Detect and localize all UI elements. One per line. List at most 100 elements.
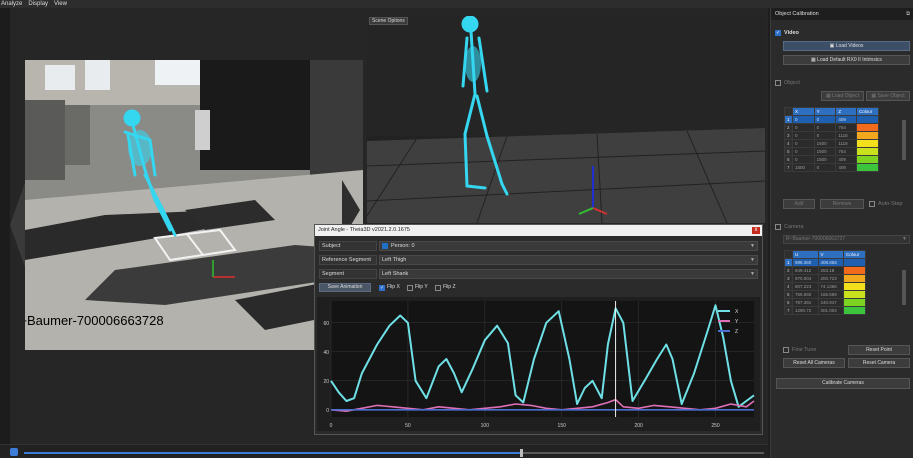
camera-cell-colour xyxy=(843,290,866,299)
menu-display[interactable]: Display xyxy=(28,0,48,8)
camera-table-row[interactable]: 2 849.412 253.18 xyxy=(784,266,866,275)
segment-select[interactable]: Left Shank ▼ xyxy=(379,269,758,279)
play-icon[interactable] xyxy=(10,448,18,456)
object-table-row[interactable]: 5 0 1500 764 xyxy=(784,147,879,156)
reference-segment-value: Left Thigh xyxy=(382,257,407,263)
load-object-label: Load Object xyxy=(832,93,860,99)
object-cell-n: 4 xyxy=(784,139,793,148)
camera-cell-v: 74.1366 xyxy=(817,282,844,291)
y-tick-label: 40 xyxy=(323,350,329,356)
add-button[interactable]: Add xyxy=(783,199,815,209)
camera-select-value: R~Baumer-700006663727 xyxy=(786,236,846,242)
object-table-row[interactable]: 1 0 0 409 xyxy=(784,115,879,124)
object-cell-z: 409 xyxy=(835,155,857,164)
v-header: V xyxy=(817,250,844,259)
object-cell-y: 0 xyxy=(813,123,837,132)
camera-cell-u: 1290.72 xyxy=(792,306,819,315)
timeline-progress-fill xyxy=(24,452,520,454)
grid-icon: ▦ xyxy=(871,93,877,99)
x-header: X xyxy=(792,107,815,116)
flip-y-label: Flip Y xyxy=(415,284,428,290)
video-icon: ▣ xyxy=(829,43,835,49)
dialog-title-bar: Joint Angle - Theia3D v2021.2.0.1675 x xyxy=(315,225,762,236)
load-object-button[interactable]: ▦ Load Object xyxy=(821,91,864,101)
object-section-toggle[interactable]: Object xyxy=(775,80,800,86)
camera-table-scrollbar[interactable] xyxy=(902,270,906,305)
plot-area xyxy=(331,301,754,417)
checkbox-empty-icon xyxy=(775,224,781,230)
save-animation-button[interactable]: Save Animation xyxy=(319,283,371,292)
object-cell-y: 1500 xyxy=(813,155,837,164)
x-tick-label: 150 xyxy=(558,423,567,429)
menu-view[interactable]: View xyxy=(54,0,67,8)
camera-table-row[interactable]: 3 970.004 200.723 xyxy=(784,274,866,283)
object-table-row[interactable]: 6 0 1500 409 xyxy=(784,155,879,164)
camera-table-header: U V Colour xyxy=(784,250,866,259)
z-header: Z xyxy=(835,107,857,116)
camera-cell-u: 849.412 xyxy=(792,266,819,275)
scene-view[interactable]: Scene Options xyxy=(367,16,765,223)
object-cell-y: 1500 xyxy=(813,139,837,148)
load-intrinsics-button[interactable]: ▦ Load Default RX0 II Intrinsics xyxy=(783,55,910,65)
object-cell-z: 409 xyxy=(835,163,857,172)
object-table-row[interactable]: 3 0 0 1118 xyxy=(784,131,879,140)
auto-step-checkbox[interactable]: Auto-Step xyxy=(869,201,902,207)
video-section-toggle[interactable]: ✓ Video xyxy=(775,30,799,36)
camera-cell-u: 970.004 xyxy=(792,274,819,283)
flip-z-checkbox[interactable]: Flip Z xyxy=(435,284,456,291)
camera-table-row[interactable]: 4 807.223 74.1366 xyxy=(784,282,866,291)
load-videos-button[interactable]: ▣ Load Videos xyxy=(783,41,910,51)
joint-angle-chart[interactable]: 0 50 100 150 200 250 0 20 40 60 X Y Z xyxy=(317,297,760,431)
calibrate-cameras-button[interactable]: Calibrate Cameras xyxy=(776,378,910,389)
camera-cell-v: 408.858 xyxy=(817,258,844,267)
camera-table-row[interactable]: 1 988.360 408.858 xyxy=(784,258,866,267)
subject-select[interactable]: Person: 0 ▼ xyxy=(379,241,758,251)
remove-button[interactable]: Remove xyxy=(820,199,864,209)
object-table-row[interactable]: 7 1500 0 409 xyxy=(784,163,879,172)
flip-x-checkbox[interactable]: ✓ Flip X xyxy=(379,284,400,291)
camera-table-row[interactable]: 7 1290.72 301.004 xyxy=(784,306,866,315)
camera-cell-u: 807.223 xyxy=(792,282,819,291)
camera-cell-colour xyxy=(843,266,866,275)
camera-select[interactable]: R~Baumer-700006663727 ▼ xyxy=(783,235,910,244)
row-number-header xyxy=(784,250,793,259)
x-tick-label: 100 xyxy=(481,423,490,429)
camera-points-table[interactable]: U V Colour 1 988.360 408.858 2 849.412 253.18… xyxy=(784,250,866,315)
save-object-button[interactable]: ▦ Save Object xyxy=(866,91,910,101)
panel-title-bar: Object Calibration ⧉ xyxy=(771,8,913,20)
undock-icon[interactable]: ⧉ xyxy=(906,8,910,20)
camera-overlay-label: R~Baumer-700006663728 xyxy=(25,313,164,328)
object-table-row[interactable]: 4 0 1500 1118 xyxy=(784,139,879,148)
object-points-table[interactable]: X Y Z Colour 1 0 0 409 2 0 0 764 3 0 0 1118 4 0 1500 11… xyxy=(784,107,879,172)
object-table-scrollbar[interactable] xyxy=(902,120,906,160)
object-cell-n: 2 xyxy=(784,123,793,132)
camera-table-row[interactable]: 5 756.692 165.569 xyxy=(784,290,866,299)
flip-x-label: Flip X xyxy=(387,284,400,290)
fine-tune-checkbox[interactable]: Fine Tune xyxy=(783,347,816,353)
flip-y-checkbox[interactable]: Flip Y xyxy=(407,284,428,291)
camera-cell-v: 200.723 xyxy=(817,274,844,283)
camera-table-row[interactable]: 6 787.391 240.947 xyxy=(784,298,866,307)
object-cell-colour xyxy=(856,123,879,132)
joint-angle-dialog: Joint Angle - Theia3D v2021.2.0.1675 x S… xyxy=(314,224,763,435)
object-cell-x: 0 xyxy=(792,131,815,140)
checkbox-empty-icon xyxy=(435,284,441,291)
y-tick-label: 0 xyxy=(326,408,329,414)
object-cell-n: 7 xyxy=(784,163,793,172)
reset-point-button[interactable]: Reset Point xyxy=(848,345,910,355)
object-cell-colour xyxy=(856,131,879,140)
dialog-close-button[interactable]: x xyxy=(752,227,760,234)
timeline-scrubber-handle[interactable] xyxy=(519,449,523,457)
object-cell-x: 0 xyxy=(792,115,815,124)
video-view[interactable]: R~Baumer-700006663728 xyxy=(25,60,363,350)
camera-section-toggle[interactable]: Camera xyxy=(775,224,804,230)
reset-camera-button[interactable]: Reset Camera xyxy=(848,358,910,368)
menu-bar: Analyze Display View xyxy=(0,0,913,8)
scene-options-button[interactable]: Scene Options xyxy=(369,17,408,25)
object-cell-colour xyxy=(856,155,879,164)
reset-all-cameras-button[interactable]: Reset All Cameras xyxy=(783,358,845,368)
object-table-row[interactable]: 2 0 0 764 xyxy=(784,123,879,132)
grid-icon: ▦ xyxy=(811,57,816,63)
reference-segment-select[interactable]: Left Thigh ▼ xyxy=(379,255,758,265)
menu-analyze[interactable]: Analyze xyxy=(1,0,22,8)
